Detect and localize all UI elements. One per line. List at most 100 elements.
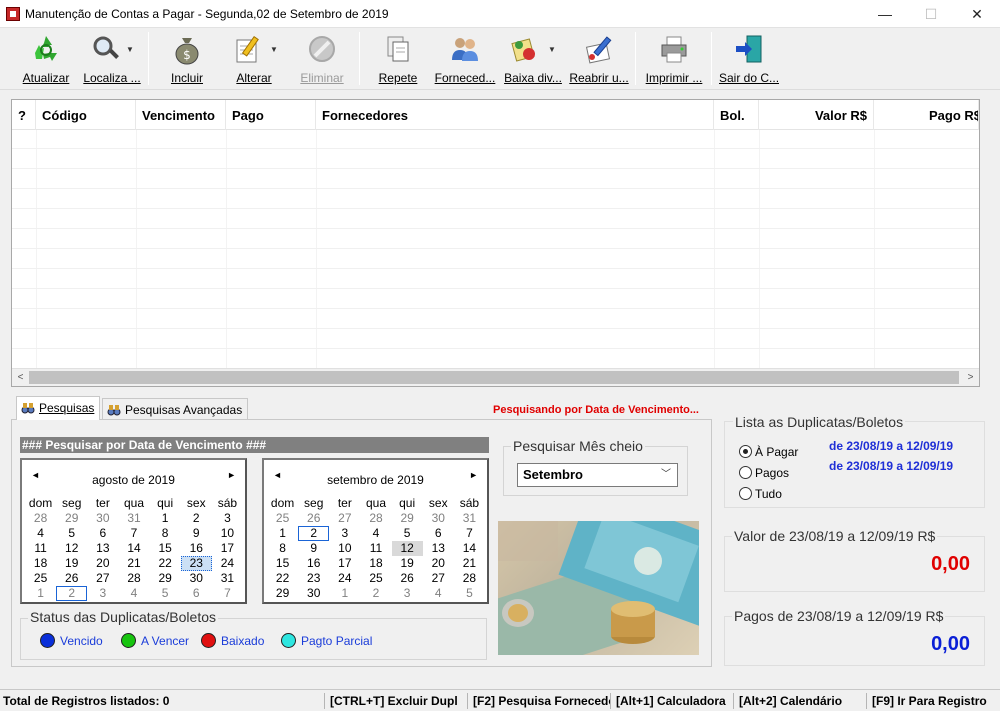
calendar-day[interactable]: 11 — [25, 541, 56, 556]
tab-pesquisas-avancadas[interactable]: Pesquisas Avançadas — [102, 398, 249, 420]
calendar-september[interactable]: ◄ setembro de 2019 ► dom seg ter qua qui… — [262, 458, 489, 604]
calendar-day[interactable]: 7 — [212, 586, 243, 601]
calendar-day[interactable]: 5 — [392, 526, 423, 541]
column-header[interactable]: Valor R$ — [759, 100, 874, 130]
baixa-div-button[interactable]: ▼ Baixa div... — [502, 31, 564, 87]
month-select[interactable]: Setembro ﹀ — [517, 463, 678, 487]
minimize-button[interactable]: — — [862, 0, 908, 28]
calendar-day[interactable]: 18 — [25, 556, 56, 571]
chevron-down-icon[interactable]: ▼ — [270, 45, 278, 54]
calendar-day[interactable]: 21 — [118, 556, 149, 571]
calendar-day[interactable]: 20 — [87, 556, 118, 571]
calendar-day[interactable]: 26 — [298, 511, 329, 526]
column-header[interactable]: Bol. — [714, 100, 759, 130]
calendar-day[interactable]: 12 — [56, 541, 87, 556]
sair-button[interactable]: Sair do C... — [719, 31, 779, 87]
calendar-day[interactable]: 10 — [329, 541, 360, 556]
calendar-day[interactable]: 26 — [56, 571, 87, 586]
calendar-day[interactable]: 28 — [454, 571, 485, 586]
calendar-day[interactable]: 8 — [150, 526, 181, 541]
localiza-button[interactable]: ▼ Localiza ... — [82, 31, 142, 87]
tab-pesquisas[interactable]: Pesquisas — [16, 396, 101, 420]
calendar-day[interactable]: 6 — [181, 586, 212, 601]
calendar-day[interactable]: 27 — [329, 511, 360, 526]
next-month-icon[interactable]: ► — [469, 470, 478, 480]
calendar-day[interactable]: 2 — [181, 511, 212, 526]
calendar-day[interactable]: 3 — [212, 511, 243, 526]
calendar-day[interactable]: 29 — [267, 586, 298, 601]
alterar-button[interactable]: ▼ Alterar — [224, 31, 284, 87]
calendar-day[interactable]: 3 — [87, 586, 118, 601]
calendar-day[interactable]: 3 — [392, 586, 423, 601]
calendar-day[interactable]: 25 — [25, 571, 56, 586]
calendar-day[interactable]: 29 — [150, 571, 181, 586]
scroll-thumb[interactable] — [29, 371, 959, 384]
scroll-right-icon[interactable]: > — [962, 369, 979, 386]
calendar-day[interactable]: 28 — [25, 511, 56, 526]
calendar-day[interactable]: 17 — [212, 541, 243, 556]
calendar-day[interactable]: 29 — [392, 511, 423, 526]
calendar-day[interactable]: 31 — [212, 571, 243, 586]
calendar-day[interactable]: 9 — [181, 526, 212, 541]
calendar-day[interactable]: 22 — [267, 571, 298, 586]
accounts-grid[interactable]: ? Código Vencimento Pago Fornecedores Bo… — [11, 99, 980, 387]
radio-circle[interactable] — [739, 487, 752, 500]
calendar-day[interactable]: 2 — [360, 586, 391, 601]
calendar-day[interactable]: 5 — [56, 526, 87, 541]
calendar-day[interactable]: 21 — [454, 556, 485, 571]
column-header[interactable]: Pago — [226, 100, 316, 130]
calendar-day[interactable]: 27 — [423, 571, 454, 586]
calendar-day[interactable]: 4 — [360, 526, 391, 541]
calendar-day[interactable]: 1 — [25, 586, 56, 601]
calendar-day[interactable]: 2 — [56, 586, 88, 601]
calendar-day[interactable]: 31 — [454, 511, 485, 526]
calendar-day[interactable]: 6 — [87, 526, 118, 541]
calendar-day[interactable]: 19 — [392, 556, 423, 571]
atualizar-button[interactable]: Atualizar — [16, 31, 76, 87]
calendar-day[interactable]: 13 — [423, 541, 454, 556]
calendar-day[interactable]: 28 — [360, 511, 391, 526]
calendar-day[interactable]: 15 — [150, 541, 181, 556]
repete-button[interactable]: Repete — [369, 31, 427, 87]
calendar-day[interactable]: 26 — [392, 571, 423, 586]
calendar-day[interactable]: 25 — [267, 511, 298, 526]
calendar-day[interactable]: 10 — [212, 526, 243, 541]
calendar-day[interactable]: 4 — [25, 526, 56, 541]
scroll-left-icon[interactable]: < — [12, 369, 29, 386]
imprimir-button[interactable]: Imprimir ... — [643, 31, 705, 87]
column-header[interactable]: ? — [12, 100, 36, 130]
calendar-day[interactable]: 18 — [360, 556, 391, 571]
calendar-day[interactable]: 31 — [118, 511, 149, 526]
calendar-day[interactable]: 16 — [181, 541, 212, 556]
calendar-day[interactable]: 12 — [391, 541, 423, 556]
calendar-day[interactable]: 2 — [298, 526, 330, 541]
incluir-button[interactable]: $ Incluir — [158, 31, 216, 87]
calendar-day[interactable]: 14 — [454, 541, 485, 556]
reabrir-button[interactable]: Reabrir u... — [569, 31, 629, 87]
horizontal-scrollbar[interactable]: < > — [12, 368, 979, 386]
calendar-day[interactable]: 8 — [267, 541, 298, 556]
calendar-day[interactable]: 24 — [212, 556, 243, 571]
column-header[interactable]: Código — [36, 100, 136, 130]
calendar-day[interactable]: 29 — [56, 511, 87, 526]
chevron-down-icon[interactable]: ▼ — [126, 45, 134, 54]
calendar-day[interactable]: 5 — [454, 586, 485, 601]
calendar-day[interactable]: 30 — [181, 571, 212, 586]
column-header[interactable]: Pago R$ — [874, 100, 979, 130]
next-month-icon[interactable]: ► — [227, 470, 236, 480]
calendar-day[interactable]: 14 — [118, 541, 149, 556]
calendar-day[interactable]: 27 — [87, 571, 118, 586]
calendar-day[interactable]: 6 — [423, 526, 454, 541]
calendar-day[interactable]: 3 — [329, 526, 360, 541]
calendar-day[interactable]: 19 — [56, 556, 87, 571]
calendar-day[interactable]: 23 — [180, 556, 212, 571]
fornecedores-button[interactable]: Forneced... — [434, 31, 496, 87]
calendar-day[interactable]: 1 — [267, 526, 298, 541]
close-button[interactable]: ✕ — [954, 0, 1000, 28]
calendar-day[interactable]: 7 — [118, 526, 149, 541]
calendar-day[interactable]: 1 — [329, 586, 360, 601]
calendar-day[interactable]: 20 — [423, 556, 454, 571]
chevron-down-icon[interactable]: ▼ — [548, 45, 556, 54]
calendar-day[interactable]: 4 — [423, 586, 454, 601]
calendar-day[interactable]: 13 — [87, 541, 118, 556]
